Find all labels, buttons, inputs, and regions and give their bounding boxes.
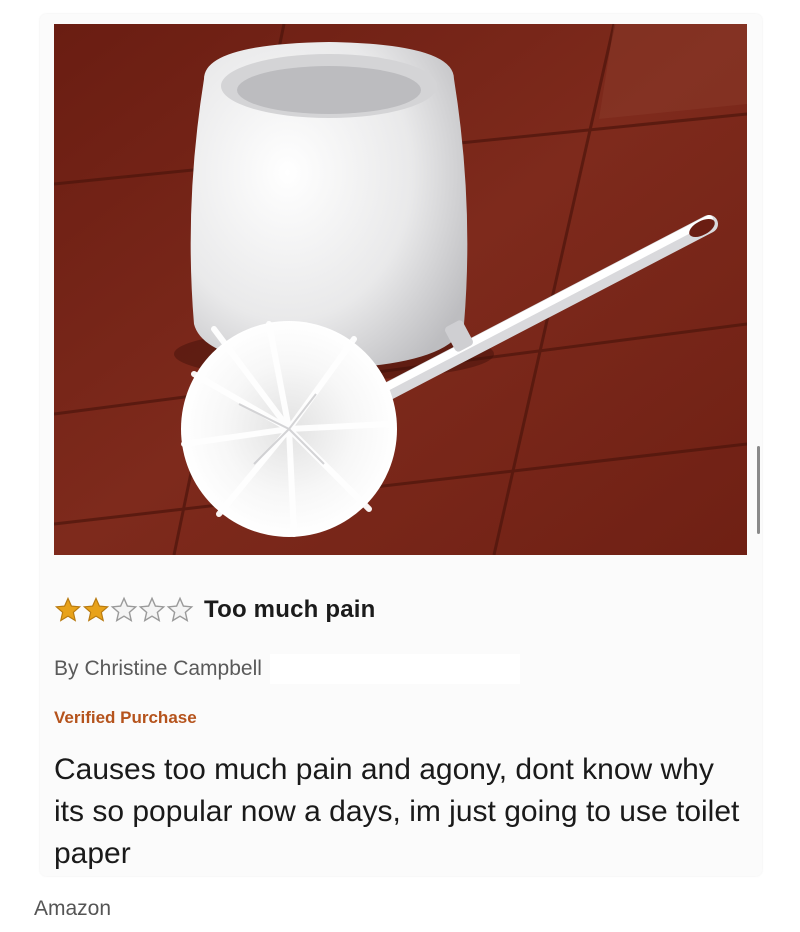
star-empty-icon xyxy=(110,596,138,622)
review-header: Too much pain xyxy=(54,590,375,630)
star-rating xyxy=(54,596,194,624)
author-name[interactable]: Christine Campbell xyxy=(85,657,262,681)
review-body: Causes too much pain and agony, dont kno… xyxy=(54,753,740,870)
post-card: Too much pain By Christine Campbell Veri… xyxy=(40,14,762,876)
byline-prefix: By xyxy=(54,657,79,680)
star-empty-icon xyxy=(138,596,166,622)
star-filled-icon xyxy=(54,596,82,622)
review-title[interactable]: Too much pain xyxy=(204,596,375,624)
verified-purchase-badge: Verified Purchase xyxy=(54,708,197,727)
scrollbar-thumb[interactable] xyxy=(757,446,760,534)
review-byline: By Christine Campbell xyxy=(54,654,520,684)
star-filled-icon xyxy=(82,596,110,622)
product-photo xyxy=(54,24,747,555)
redacted-area xyxy=(269,654,520,684)
star-empty-icon xyxy=(166,596,194,622)
source-caption: Amazon xyxy=(34,897,112,920)
toilet-brush-image xyxy=(54,24,747,555)
